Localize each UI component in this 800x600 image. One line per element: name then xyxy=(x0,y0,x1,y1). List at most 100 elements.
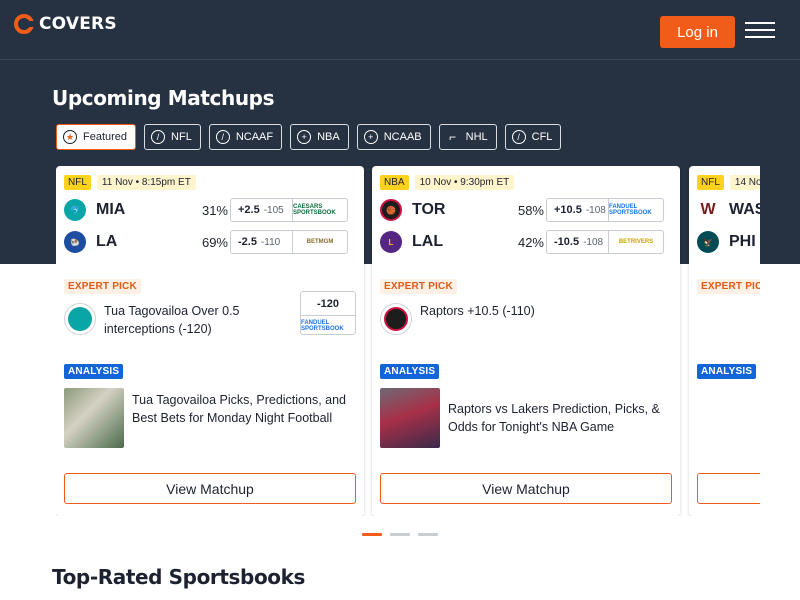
login-button[interactable]: Log in xyxy=(660,16,735,48)
game-time-badge: 14 No xyxy=(729,175,760,190)
dolphins-logo-icon: 🐬 xyxy=(64,199,86,221)
basketball-icon: + xyxy=(297,130,312,144)
filter-tab-cfl[interactable]: / CFL xyxy=(504,124,562,150)
analysis-headline[interactable]: Raptors vs Lakers Prediction, Picks, & O… xyxy=(448,400,668,436)
filter-tab-featured[interactable]: ★ Featured xyxy=(56,124,137,150)
expert-pick-text[interactable]: Tua Tagovailoa Over 0.5 interceptions (-… xyxy=(104,302,294,338)
betrivers-logo: BETRIVERS xyxy=(618,239,654,245)
commanders-logo-icon: W xyxy=(697,199,719,221)
game-time-badge: 11 Nov • 8:15pm ET xyxy=(96,175,196,190)
spread-line: +2.5 xyxy=(238,204,260,216)
covers-logo[interactable]: COVERS xyxy=(14,14,117,34)
filter-tab-label: CFL xyxy=(531,131,553,143)
league-badge: NBA xyxy=(380,175,409,190)
spread-line: -2.5 xyxy=(238,236,257,248)
sportsbooks-section-title: Top-Rated Sportsbooks xyxy=(52,565,306,589)
hockey-stick-icon: ⌐ xyxy=(449,130,457,144)
expert-pick-label: EXPERT PICK xyxy=(64,279,141,294)
filter-tab-ncaaf[interactable]: / NCAAF xyxy=(208,124,283,150)
odds-button[interactable]: +10.5 -108 FANDUEL SPORTSBOOK xyxy=(546,198,664,222)
team-row[interactable]: W WAS xyxy=(697,197,760,223)
view-matchup-button[interactable]: View Matchup xyxy=(64,473,356,504)
team-abbreviation: TOR xyxy=(412,201,446,218)
filter-tab-nhl[interactable]: ⌐ NHL xyxy=(438,124,497,150)
hamburger-menu-icon[interactable] xyxy=(745,22,775,38)
spread-line: +10.5 xyxy=(554,204,582,216)
covers-logo-icon xyxy=(14,14,35,34)
football-icon: / xyxy=(151,130,166,144)
eagles-logo-icon: 🦅 xyxy=(697,231,719,253)
spread-line: -10.5 xyxy=(554,236,580,248)
fanduel-sportsbook-logo: FANDUEL SPORTSBOOK xyxy=(301,319,344,332)
matchup-card: NFL 11 Nov • 8:15pm ET 🐬 MIA 31% +2.5 -10… xyxy=(56,166,364,516)
carousel-dot[interactable] xyxy=(390,533,410,536)
view-matchup-button[interactable]: View Matchup xyxy=(380,473,672,504)
expert-avatar xyxy=(380,303,412,335)
betmgm-logo: BETMGM xyxy=(306,239,334,245)
carousel-dot[interactable] xyxy=(418,533,438,536)
odds-price: -105 xyxy=(263,204,284,216)
filter-tab-label: Featured xyxy=(83,131,128,143)
football-icon: / xyxy=(511,130,526,144)
filter-tab-label: NBA xyxy=(317,131,340,143)
analysis-headline[interactable]: Tua Tagovailoa Picks, Predictions, and B… xyxy=(132,391,352,427)
football-icon: / xyxy=(215,130,230,144)
dolphins-logo-icon xyxy=(68,307,92,331)
filter-tab-label: NCAAB xyxy=(383,131,422,143)
expert-pick-text[interactable]: Raptors +10.5 (-110) xyxy=(420,302,610,320)
pick-odds-value: -120 xyxy=(301,292,355,316)
caesars-sportsbook-logo: CAESARS SPORTSBOOK xyxy=(293,204,336,216)
bet-percentage: 69% xyxy=(201,234,228,250)
lakers-logo-icon: L xyxy=(380,231,402,253)
matchup-card: NBA 10 Nov • 9:30pm ET 🏀 TOR 58% +10.5 -1… xyxy=(372,166,680,516)
bet-percentage: 42% xyxy=(517,234,544,250)
filter-tab-nba[interactable]: + NBA xyxy=(290,124,349,150)
section-title: Upcoming Matchups xyxy=(52,86,275,110)
team-abbreviation: MIA xyxy=(96,201,126,218)
analysis-thumbnail[interactable] xyxy=(64,388,124,448)
bet-percentage: 31% xyxy=(201,202,228,218)
team-abbreviation: LAL xyxy=(412,233,444,250)
analysis-label: ANALYSIS xyxy=(380,364,440,379)
filter-tab-label: NFL xyxy=(171,131,192,143)
analysis-label: ANALYSIS xyxy=(697,364,757,379)
expert-avatar xyxy=(64,303,96,335)
league-filter-tabs: ★ Featured / NFL / NCAAF + NBA + NCAAB ⌐… xyxy=(56,124,562,150)
expert-pick-label: EXPERT PICK xyxy=(697,279,760,294)
brand-name: COVERS xyxy=(39,14,117,34)
raptors-logo-icon xyxy=(384,307,408,331)
matchup-card: NFL 14 No W WAS 🦅 PHI EXPERT PICK ANALYS… xyxy=(689,166,760,516)
expert-pick-label: EXPERT PICK xyxy=(380,279,457,294)
pick-odds-button[interactable]: -120 FANDUEL SPORTSBOOK xyxy=(300,291,356,335)
carousel-pagination xyxy=(362,533,438,536)
view-matchup-button[interactable] xyxy=(697,473,760,504)
top-navigation-bar: COVERS Log in xyxy=(0,0,800,60)
rams-logo-icon: 🐏 xyxy=(64,231,86,253)
odds-button[interactable]: +2.5 -105 CAESARS SPORTSBOOK xyxy=(230,198,348,222)
filter-tab-label: NCAAF xyxy=(235,131,274,143)
odds-button[interactable]: -10.5 -108 BETRIVERS xyxy=(546,230,664,254)
odds-price: -108 xyxy=(585,204,606,216)
team-abbreviation: WAS xyxy=(729,201,760,218)
game-time-badge: 10 Nov • 9:30pm ET xyxy=(414,175,515,190)
filter-tab-ncaab[interactable]: + NCAAB xyxy=(356,124,431,150)
fanduel-sportsbook-logo: FANDUEL SPORTSBOOK xyxy=(609,204,652,216)
team-row[interactable]: 🦅 PHI xyxy=(697,229,760,255)
odds-price: -108 xyxy=(583,236,604,248)
analysis-label: ANALYSIS xyxy=(64,364,124,379)
basketball-icon: + xyxy=(363,130,378,144)
team-abbreviation: PHI xyxy=(729,233,756,250)
filter-tab-label: NHL xyxy=(465,131,488,143)
odds-price: -110 xyxy=(260,236,281,248)
league-badge: NFL xyxy=(697,175,724,190)
bet-percentage: 58% xyxy=(517,202,544,218)
team-abbreviation: LA xyxy=(96,233,118,250)
odds-button[interactable]: -2.5 -110 BETMGM xyxy=(230,230,348,254)
matchups-carousel[interactable]: NFL 11 Nov • 8:15pm ET 🐬 MIA 31% +2.5 -10… xyxy=(56,166,760,516)
carousel-dot[interactable] xyxy=(362,533,382,536)
raptors-logo-icon: 🏀 xyxy=(380,199,402,221)
analysis-thumbnail[interactable] xyxy=(380,388,440,448)
filter-tab-nfl[interactable]: / NFL xyxy=(144,124,201,150)
league-badge: NFL xyxy=(64,175,91,190)
star-icon: ★ xyxy=(63,130,77,144)
